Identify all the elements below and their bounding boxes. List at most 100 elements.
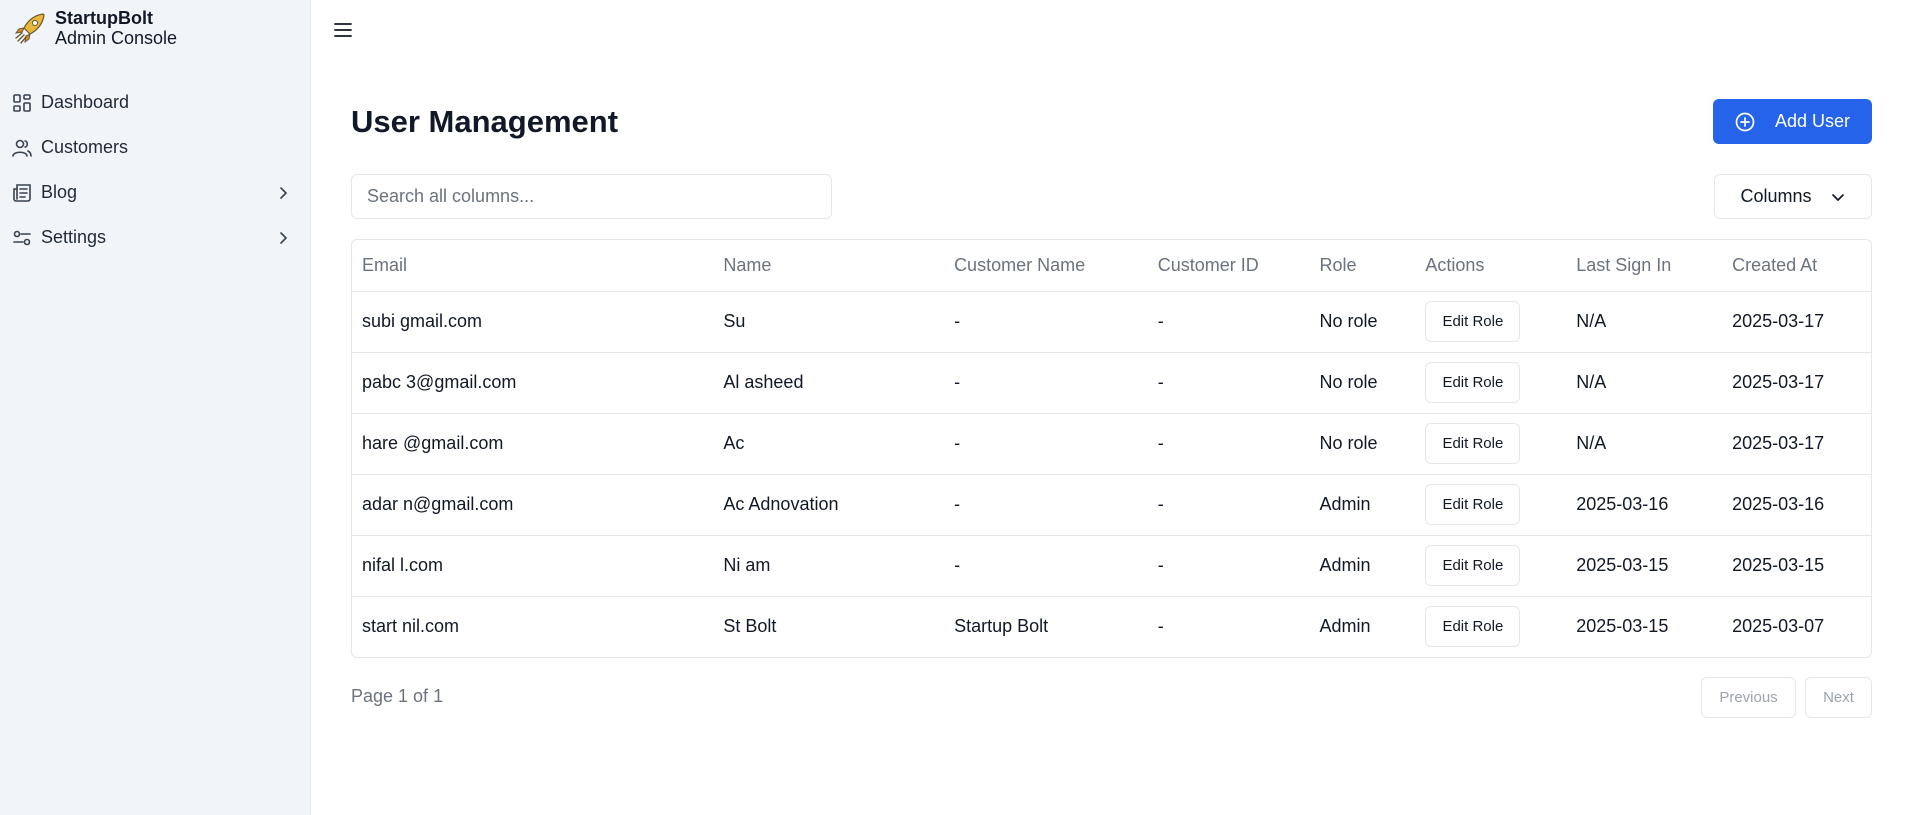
cell-actions: Edit Role [1415, 474, 1567, 536]
chevron-right-icon [280, 231, 288, 244]
cell-customer-name: - [944, 291, 1148, 353]
users-table: Email Name Customer Name Customer ID Rol… [351, 239, 1872, 658]
column-header-customer-id[interactable]: Customer ID [1147, 240, 1310, 292]
cell-last-sign-in: N/A [1566, 291, 1723, 353]
add-user-button[interactable]: Add User [1713, 99, 1872, 144]
column-header-name[interactable]: Name [713, 240, 945, 292]
plus-circle-icon [1735, 112, 1755, 131]
cell-name: Ac Adnovation [713, 474, 945, 536]
cell-customer-name: - [944, 413, 1148, 475]
cell-email: adar n@gmail.com [352, 474, 714, 536]
columns-button[interactable]: Columns [1714, 174, 1872, 219]
edit-role-button[interactable]: Edit Role [1425, 545, 1521, 586]
cell-customer-name: - [944, 352, 1148, 414]
cell-email: pabc 3@gmail.com [352, 352, 714, 414]
column-header-customer-name[interactable]: Customer Name [944, 240, 1148, 292]
next-page-button[interactable]: Next [1805, 677, 1872, 718]
column-header-email[interactable]: Email [352, 240, 714, 292]
cell-customer-id: - [1147, 474, 1310, 536]
cell-email: hare @gmail.com [352, 413, 714, 475]
table-row: adar n@gmail.com Ac Adnovation - - Admin… [352, 474, 1871, 536]
cell-email: start nil.com [362, 616, 460, 637]
sidebar-item-label: Blog [41, 182, 78, 202]
table-header-row: Email Name Customer Name Customer ID Rol… [352, 240, 1871, 292]
cell-last-sign-in: N/A [1566, 352, 1723, 414]
column-header-last-sign-in[interactable]: Last Sign In [1566, 240, 1723, 292]
cell-name: Ni am [713, 535, 945, 597]
cell-email: subi gmail.com [352, 291, 714, 353]
main-content: User Management Add User Columns Email N… [311, 0, 1910, 815]
cell-created-at: 2025-03-17 [1722, 413, 1871, 475]
cell-customer-id: - [1147, 413, 1310, 475]
cell-role: Admin [1319, 616, 1371, 637]
cell-actions: Edit Role [1415, 535, 1567, 597]
cell-last-sign-in: N/A [1566, 413, 1723, 475]
dashboard-icon [12, 93, 32, 113]
menu-toggle-button[interactable] [332, 19, 354, 41]
cell-name: Al asheed [713, 352, 945, 414]
sidebar-item-blog[interactable]: Blog [0, 170, 311, 215]
pagination-status: Page 1 of 1 [351, 686, 444, 706]
edit-role-button[interactable]: Edit Role [1425, 484, 1521, 525]
cell-customer-id: - [1147, 535, 1310, 597]
cell-actions: Edit Role [1415, 596, 1566, 657]
cell-customer-id: - [1157, 616, 1164, 637]
cell-created-at: 2025-03-16 [1722, 474, 1871, 536]
search-input[interactable] [351, 174, 832, 219]
brand[interactable]: StartupBolt Admin Console [13, 8, 177, 48]
cell-name: St Bolt [723, 616, 777, 637]
column-header-role[interactable]: Role [1309, 240, 1416, 292]
cell-created-at: 2025-03-17 [1722, 291, 1871, 353]
cell-name: Ac [713, 413, 945, 475]
cell-customer-name: - [944, 535, 1148, 597]
chevron-down-icon [1831, 193, 1844, 201]
edit-role-button[interactable]: Edit Role [1425, 606, 1521, 648]
sidebar-item-label: Dashboard [41, 92, 130, 112]
sidebar-item-label: Settings [41, 227, 107, 247]
table-row: start nil.com St Bolt Startup Bolt - Adm… [352, 596, 1871, 657]
cell-email: nifal l.com [352, 535, 714, 597]
cell-customer-id: - [1147, 352, 1310, 414]
cell-last-sign-in: 2025-03-15 [1576, 616, 1669, 637]
add-user-label: Add User [1774, 111, 1851, 131]
users-icon [12, 138, 32, 158]
newspaper-icon [12, 183, 32, 203]
cell-customer-name: Startup Bolt [954, 616, 1049, 637]
cell-role: No role [1309, 413, 1416, 475]
cell-customer-id: - [1147, 291, 1310, 353]
cell-role: No role [1309, 352, 1416, 414]
rocket-logo-icon [14, 13, 45, 44]
sidebar-item-dashboard[interactable]: Dashboard [0, 80, 311, 125]
table-row: pabc 3@gmail.com Al asheed - - No role E… [352, 352, 1871, 414]
cell-actions: Edit Role [1415, 352, 1567, 414]
cell-name: Su [713, 291, 945, 353]
cell-role: Admin [1309, 474, 1416, 536]
edit-role-button[interactable]: Edit Role [1425, 362, 1521, 403]
cell-actions: Edit Role [1415, 291, 1567, 353]
cell-role: Admin [1309, 535, 1416, 597]
edit-role-button[interactable]: Edit Role [1425, 423, 1521, 464]
page-title: User Management [351, 104, 619, 139]
table-row: nifal l.com Ni am - - Admin Edit Role 20… [352, 535, 1871, 597]
sidebar-item-settings[interactable]: Settings [0, 215, 311, 260]
cell-created-at: 2025-03-17 [1722, 352, 1871, 414]
table-row: subi gmail.com Su - - No role Edit Role … [352, 291, 1871, 353]
cell-created-at: 2025-03-15 [1722, 535, 1871, 597]
sidebar: StartupBolt Admin Console Dashboard Cust… [0, 0, 311, 815]
previous-page-button[interactable]: Previous [1701, 677, 1796, 718]
edit-role-button[interactable]: Edit Role [1425, 301, 1521, 342]
chevron-right-icon [280, 186, 288, 199]
cell-actions: Edit Role [1415, 413, 1567, 475]
cell-customer-name: - [944, 474, 1148, 536]
cell-role: No role [1309, 291, 1416, 353]
cell-created-at: 2025-03-07 [1732, 616, 1825, 637]
column-header-actions: Actions [1415, 240, 1567, 292]
sliders-icon [12, 228, 32, 248]
sidebar-item-customers[interactable]: Customers [0, 125, 311, 170]
hamburger-icon [334, 23, 352, 37]
brand-subtitle: Admin Console [55, 28, 178, 48]
columns-label: Columns [1740, 186, 1812, 206]
cell-last-sign-in: 2025-03-15 [1566, 535, 1723, 597]
table-row: hare @gmail.com Ac - - No role Edit Role… [352, 413, 1871, 475]
column-header-created-at[interactable]: Created At [1722, 240, 1871, 292]
